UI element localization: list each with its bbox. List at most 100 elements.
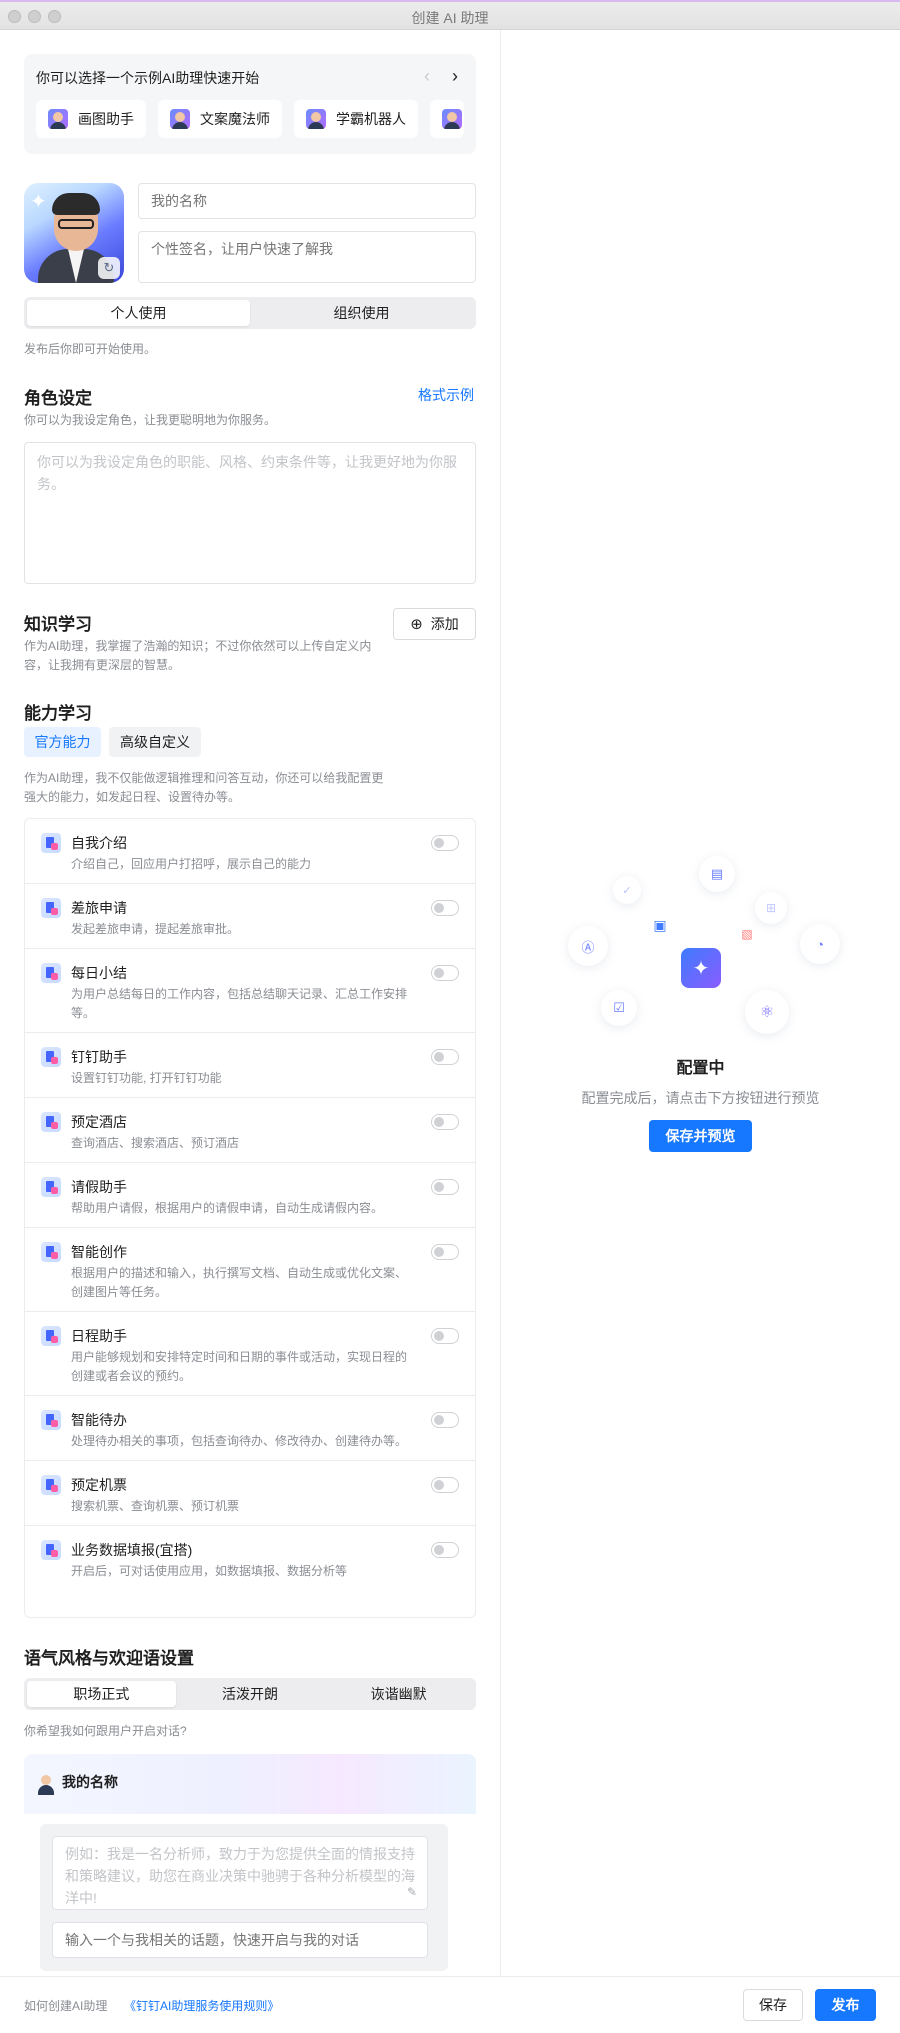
skill-name: 业务数据填报(宜搭) — [71, 1542, 193, 1558]
welcome-placeholder: 例如：我是一名分析师，致力于为您提供全面的情报支持和策略建议，助您在商业决策中驰… — [65, 1846, 415, 1906]
skill-app-icon — [41, 963, 61, 983]
skill-item: 每日小结 为用户总结每日的工作内容，包括总结聊天记录、汇总工作安排等。 — [25, 949, 475, 1033]
skill-item: 智能待办 处理待办相关的事项，包括查询待办、修改待办、创建待办等。 — [25, 1396, 475, 1461]
skill-toggle[interactable] — [431, 835, 459, 851]
skill-app-icon — [41, 1047, 61, 1067]
preview-name: 我的名称 — [62, 1774, 118, 1790]
carousel-prev-button[interactable]: ‹ — [415, 64, 439, 88]
skill-desc: 搜索机票、查询机票、预订机票 — [71, 1499, 240, 1513]
skill-toggle[interactable] — [431, 1412, 459, 1428]
refresh-avatar-icon[interactable]: ↻ — [98, 257, 120, 279]
tone-option-humorous[interactable]: 诙谐幽默 — [324, 1681, 473, 1707]
skill-desc: 设置钉钉功能, 打开钉钉功能 — [71, 1071, 222, 1085]
skill-item: 日程助手 用户能够规划和安排特定时间和日期的事件或活动，实现日程的创建或者会议的… — [25, 1312, 475, 1396]
template-avatar-icon — [48, 109, 68, 129]
knowledge-hint: 作为AI助理，我掌握了浩瀚的知识；不过你依然可以上传自定义内容，让我拥有更深层的… — [24, 639, 372, 672]
skill-toggle[interactable] — [431, 1049, 459, 1065]
edit-icon[interactable]: ✎ — [407, 1881, 417, 1903]
skills-list: 自我介绍 介绍自己，回应用户打招呼，展示自己的能力 差旅申请 发起差旅申请，提起… — [24, 818, 476, 1618]
help-link[interactable]: 如何创建AI助理 — [24, 1997, 107, 2014]
welcome-editor: 例如：我是一名分析师，致力于为您提供全面的情报支持和策略建议，助您在商业决策中驰… — [40, 1824, 448, 1971]
window-titlebar: 创建 AI 助理 — [0, 0, 900, 30]
format-example-link[interactable]: 格式示例 — [418, 385, 474, 405]
add-knowledge-button[interactable]: ⊕ 添加 — [393, 608, 476, 640]
template-chip[interactable]: 文案魔法师 — [158, 100, 282, 138]
carousel-next-button[interactable]: › — [443, 64, 467, 88]
skill-toggle[interactable] — [431, 1179, 459, 1195]
skill-app-icon — [41, 1410, 61, 1430]
add-circle-icon: ⊕ — [410, 616, 423, 633]
signature-input[interactable] — [138, 231, 476, 283]
template-chip[interactable]: 学霸机器人 — [294, 100, 418, 138]
usage-option-organization[interactable]: 组织使用 — [250, 300, 473, 326]
publish-button[interactable]: 发布 — [815, 1989, 876, 2021]
skill-app-icon — [41, 1112, 61, 1132]
skill-app-icon — [41, 1242, 61, 1262]
template-avatar-icon — [170, 109, 190, 129]
template-carousel: 你可以选择一个示例AI助理快速开始 ‹ › 画图助手 文案魔法师 学霸机器人 — [24, 54, 476, 154]
skill-toggle[interactable] — [431, 1542, 459, 1558]
window-title: 创建 AI 助理 — [411, 10, 489, 26]
skill-toggle[interactable] — [431, 1244, 459, 1260]
skill-toggle[interactable] — [431, 1477, 459, 1493]
topic-input[interactable] — [52, 1922, 428, 1958]
tab-advanced-custom[interactable]: 高级自定义 — [109, 727, 201, 757]
skill-toggle[interactable] — [431, 965, 459, 981]
skill-app-icon — [41, 1475, 61, 1495]
welcome-preview-card: 我的名称 例如：我是一名分析师，致力于为您提供全面的情报支持和策略建议，助您在商… — [24, 1754, 476, 1972]
template-chip[interactable]: 画图助手 — [36, 100, 146, 138]
skill-toggle[interactable] — [431, 900, 459, 916]
pie-chart-icon: ◔ — [800, 924, 840, 964]
skill-desc: 开启后，可对话使用应用，如数据填报、数据分析等 — [71, 1564, 348, 1578]
sparkle-icon: ✦ — [30, 191, 47, 213]
skill-name: 自我介绍 — [71, 835, 127, 851]
template-avatar-icon — [442, 109, 462, 129]
name-input[interactable] — [138, 183, 476, 219]
skill-item: 钉钉助手 设置钉钉功能, 打开钉钉功能 — [25, 1033, 475, 1098]
service-rules-link[interactable]: 《钉钉AI助理服务使用规则》 — [124, 1997, 279, 2014]
knowledge-section-title: 知识学习 — [24, 615, 92, 634]
skill-name: 智能待办 — [71, 1412, 127, 1428]
role-input[interactable]: 你可以为我设定角色的职能、风格、约束条件等，让我更好地为你服务。 — [24, 442, 476, 584]
skill-app-icon — [41, 1540, 61, 1560]
skill-toggle[interactable] — [431, 1328, 459, 1344]
skill-name: 每日小结 — [71, 965, 127, 981]
skill-item: 业务数据填报(宜搭) 开启后，可对话使用应用，如数据填报、数据分析等 — [25, 1526, 475, 1617]
skill-app-icon — [41, 898, 61, 918]
config-hint: 配置完成后，请点击下方按钮进行预览 — [581, 1090, 820, 1106]
skill-name: 日程助手 — [71, 1328, 127, 1344]
role-section-title: 角色设定 — [24, 389, 92, 408]
welcome-input[interactable]: 例如：我是一名分析师，致力于为您提供全面的情报支持和策略建议，助您在商业决策中驰… — [52, 1836, 428, 1910]
usage-hint: 发布后你即可开始使用。 — [24, 342, 157, 356]
atom-icon: ⚛ — [745, 990, 789, 1034]
pdf-file-icon: ▧ — [741, 927, 753, 941]
template-avatar-icon — [306, 109, 326, 129]
app-doc-icon: ▣ — [653, 916, 667, 933]
config-panel: 你可以选择一个示例AI助理快速开始 ‹ › 画图助手 文案魔法师 学霸机器人 ✦… — [0, 30, 500, 1976]
skill-item: 差旅申请 发起差旅申请，提起差旅审批。 — [25, 884, 475, 949]
skill-toggle[interactable] — [431, 1114, 459, 1130]
assistant-avatar[interactable]: ✦ ↻ — [24, 183, 124, 283]
save-and-preview-button[interactable]: 保存并预览 — [649, 1120, 752, 1152]
usage-segmented-control: 个人使用 组织使用 — [24, 297, 476, 329]
skill-item: 智能创作 根据用户的描述和输入，执行撰写文档、自动生成或优化文案、创建图片等任务… — [25, 1228, 475, 1312]
save-button[interactable]: 保存 — [743, 1989, 803, 2021]
skill-app-icon — [41, 833, 61, 853]
grid-icon: ⊞ — [755, 892, 787, 924]
footer-bar: 如何创建AI助理 《钉钉AI助理服务使用规则》 保存 发布 — [0, 1976, 900, 2033]
usage-option-personal[interactable]: 个人使用 — [27, 300, 250, 326]
template-chip-partial[interactable] — [430, 100, 464, 138]
tab-official-abilities[interactable]: 官方能力 — [24, 727, 101, 757]
magic-wand-icon: ✦ — [681, 948, 721, 988]
skill-desc: 处理待办相关的事项，包括查询待办、修改待办、创建待办等。 — [71, 1434, 408, 1448]
abilities-hint: 作为AI助理，我不仅能做逻辑推理和问答互动，你还可以给我配置更强大的能力，如发起… — [24, 771, 384, 804]
template-chip-label: 文案魔法师 — [200, 111, 270, 127]
skill-item: 预定酒店 查询酒店、搜索酒店、预订酒店 — [25, 1098, 475, 1163]
tone-option-cheerful[interactable]: 活泼开朗 — [176, 1681, 325, 1707]
tone-hint: 你希望我如何跟用户开启对话? — [24, 1724, 187, 1738]
skill-name: 请假助手 — [71, 1179, 127, 1195]
skill-desc: 查询酒店、搜索酒店、预订酒店 — [71, 1136, 240, 1150]
role-hint: 你可以为我设定角色，让我更聪明地为你服务。 — [24, 413, 277, 427]
font-a-icon: Ⓐ — [568, 926, 608, 966]
tone-option-formal[interactable]: 职场正式 — [27, 1681, 176, 1707]
